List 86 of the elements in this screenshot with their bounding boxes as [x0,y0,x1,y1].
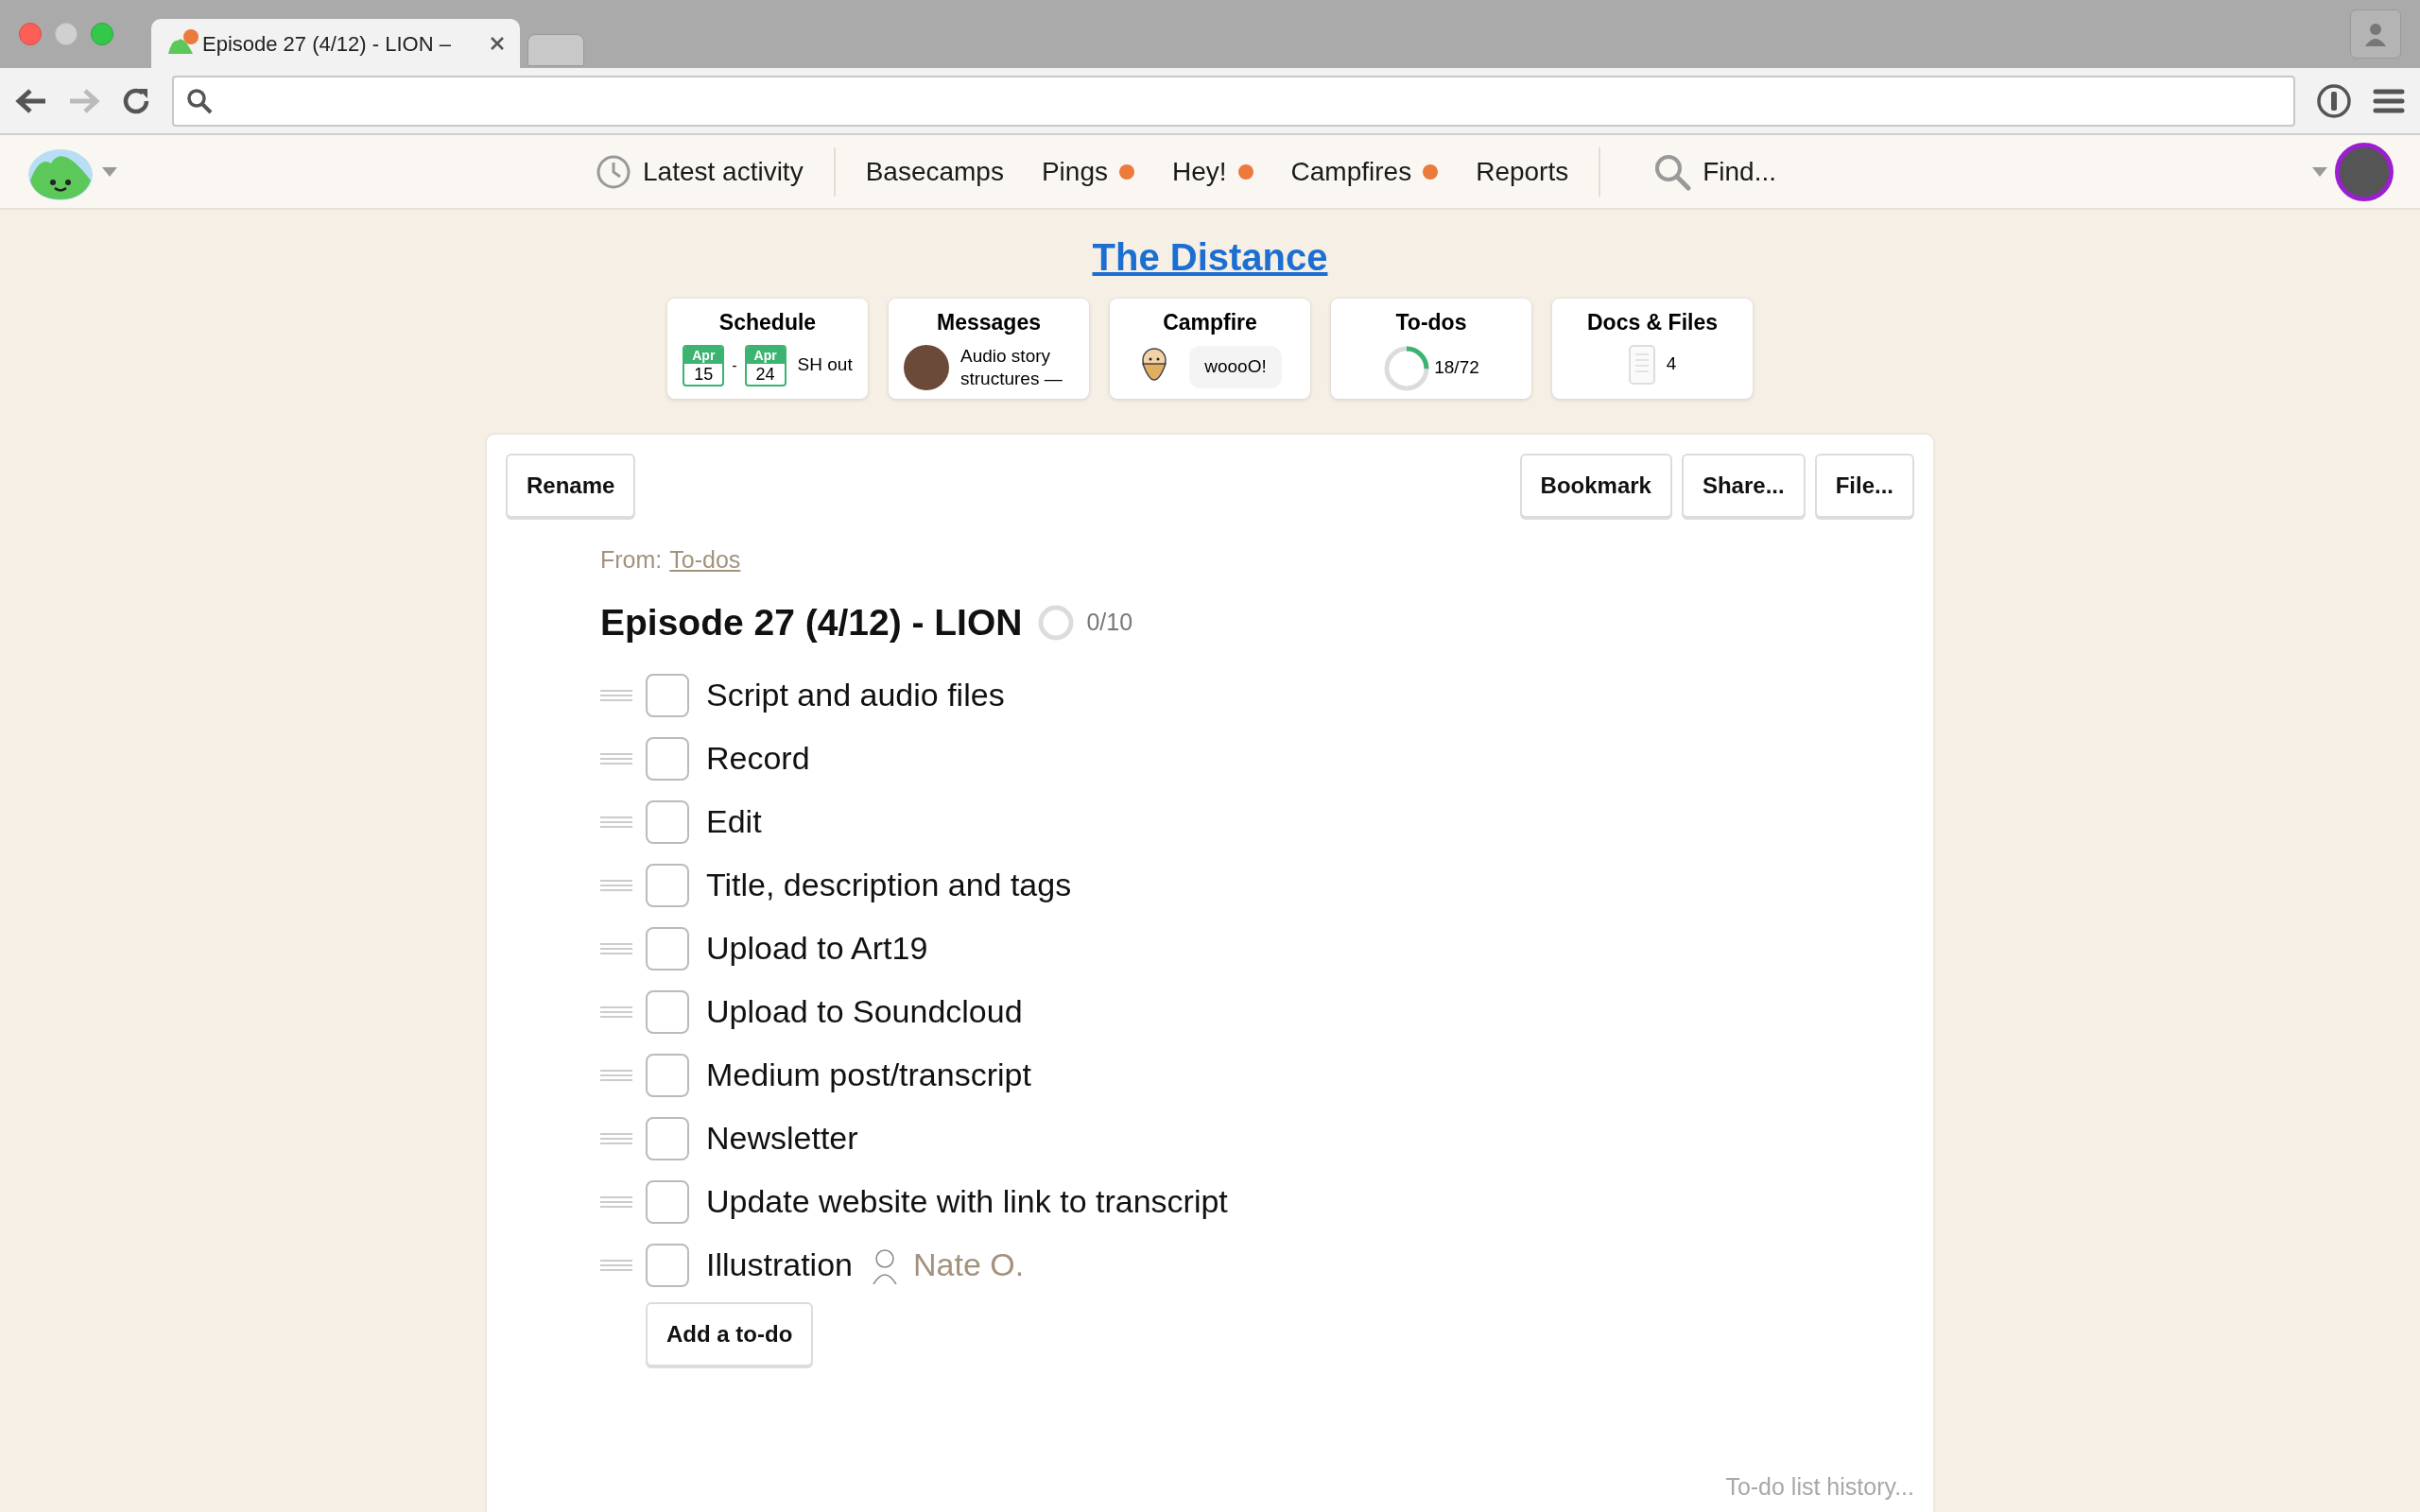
tool-card[interactable]: Messages Audio story structures — [889,299,1089,399]
todo-checkbox[interactable] [646,926,689,971]
todo-text: Medium post/transcript [706,1056,1031,1094]
message-preview: Audio story structures — [960,344,1063,390]
todo-checkbox[interactable] [646,673,689,717]
minimize-window-button[interactable] [55,23,78,45]
todo-checkbox[interactable] [646,1179,689,1224]
todo-text: Illustration [706,1246,853,1284]
forward-arrow-icon[interactable] [68,86,100,115]
calendar-date: Apr 15 [683,344,725,387]
tool-card[interactable]: Campfire woooO! [1110,299,1310,399]
todo-text: Upload to Art19 [706,929,928,968]
drag-handle-icon[interactable] [600,942,632,954]
list-title: Episode 27 (4/12) - LION [600,600,1023,644]
todo-count: 18/72 [1434,356,1479,380]
todo-checkbox[interactable] [646,799,689,844]
drag-handle-icon[interactable] [600,879,632,891]
todo-text: Update website with link to transcript [706,1182,1228,1221]
calendar-date: Apr 24 [744,344,786,387]
clock-icon [596,153,631,190]
todo-checkbox[interactable] [646,1053,689,1097]
drag-handle-icon[interactable] [600,1259,632,1271]
password-manager-icon[interactable] [2316,82,2352,119]
event-text: SH out [797,353,853,377]
todo-checkbox[interactable] [646,863,689,907]
toolbar-button[interactable]: Share... [1681,454,1806,518]
date-separator: - [732,355,737,375]
person-icon [2363,22,2388,46]
address-field[interactable] [172,75,2295,127]
search-icon [1653,152,1692,191]
search-icon [185,86,214,115]
todo-text: Newsletter [706,1119,858,1158]
progress-ring-icon [1037,603,1076,642]
drag-handle-icon[interactable] [600,1005,632,1018]
chat-bubble: woooO! [1189,346,1282,388]
progress-count: 0/10 [1086,608,1133,637]
project-title-link[interactable]: The Distance [1092,229,1328,285]
progress-ring-icon [1383,344,1431,392]
nav-link[interactable]: Reports [1476,151,1569,192]
browser-tab[interactable]: Episode 27 (4/12) - LION – [151,19,520,68]
caret-icon[interactable] [102,166,117,177]
back-arrow-icon[interactable] [15,86,47,115]
todo-text: Script and audio files [706,676,1005,714]
todo-text: Edit [706,802,762,841]
document-icon [1628,344,1655,385]
file-count: 4 [1666,352,1677,376]
drag-handle-icon[interactable] [600,1132,632,1144]
close-tab-icon[interactable] [490,36,505,51]
nav-link[interactable]: Latest activity [577,151,822,192]
drag-handle-icon[interactable] [600,689,632,701]
tool-card[interactable]: To-dos 18/72 [1331,299,1531,399]
drag-handle-icon[interactable] [600,1195,632,1208]
card-title: To-dos [1395,309,1467,336]
drag-handle-icon[interactable] [600,752,632,765]
todo-checkbox[interactable] [646,989,689,1034]
toolbar-button[interactable]: Rename [506,454,636,518]
card-title: Docs & Files [1586,309,1718,336]
find-link[interactable]: Find... [1634,151,1795,192]
tab-title: Episode 27 (4/12) - LION – [202,30,451,58]
todo-text: Record [706,739,810,778]
drag-handle-icon[interactable] [600,1069,632,1081]
drag-handle-icon[interactable] [600,816,632,828]
nav-link[interactable]: Campfires [1290,151,1412,192]
nav-link[interactable]: Hey! [1172,151,1227,192]
add-todo-button[interactable]: Add a to-do [646,1302,814,1366]
new-tab-button[interactable] [527,34,584,66]
toolbar-button[interactable]: Bookmark [1519,454,1672,518]
tool-card[interactable]: Docs & Files 4 [1552,299,1753,399]
todo-text: Title, description and tags [706,866,1072,904]
close-window-button[interactable] [19,23,42,45]
todo-checkbox[interactable] [646,1243,689,1287]
card-title: Messages [937,309,1041,336]
caret-icon[interactable] [2312,166,2327,177]
profile-button[interactable] [2350,9,2401,59]
assignee-name: Nate O. [912,1246,1025,1284]
nav-link[interactable]: Basecamps [865,151,1004,192]
card-title: Campfire [1163,309,1257,336]
todo-checkbox[interactable] [646,736,689,781]
todo-text: Upload to Soundcloud [706,992,1023,1031]
todo-checkbox[interactable] [646,1116,689,1160]
maximize-window-button[interactable] [91,23,113,45]
avatar-photo-placeholder [904,344,949,390]
from-label: From: [600,545,663,575]
nav-link[interactable]: Pings [1041,151,1108,192]
toolbar-button[interactable]: File... [1814,454,1914,518]
card-title: Schedule [718,309,817,336]
